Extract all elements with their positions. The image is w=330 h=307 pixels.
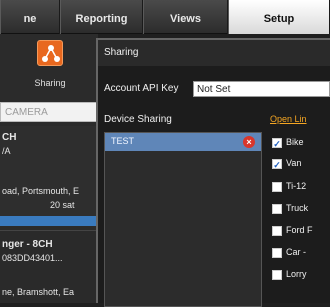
selection-bar (0, 216, 98, 226)
left-panel: Sharing CAMERA CH /A oad, Portsmouth, E … (0, 34, 98, 303)
share-name: TEST (111, 136, 135, 146)
checkbox-checked-icon[interactable]: ✓ (272, 159, 282, 170)
device-imei: 083DD43401... (2, 253, 63, 263)
device-title: nger - 8CH (2, 239, 53, 250)
main-tab-bar: ne Reporting Views Setup (0, 0, 330, 34)
dialog-title: Sharing (98, 40, 330, 66)
checkbox-label: Ti-12 (286, 181, 307, 191)
checkbox-unchecked-icon[interactable] (272, 204, 282, 214)
checkbox-bike[interactable]: ✓ Bike (272, 137, 330, 152)
tab-home[interactable]: ne (0, 0, 60, 34)
sharing-button-label: Sharing (34, 78, 66, 88)
device-sharing-label: Device Sharing (104, 114, 172, 125)
checkbox-label: Van (286, 158, 302, 168)
open-link[interactable]: Open Lin (270, 114, 307, 124)
checkbox-unchecked-icon[interactable] (272, 182, 282, 192)
tab-setup[interactable]: Setup (228, 0, 330, 34)
device-address: oad, Portsmouth, E (2, 186, 80, 196)
device-search-input[interactable]: CAMERA (0, 102, 98, 122)
checkbox-label: Bike (286, 137, 304, 147)
checkbox-unchecked-icon[interactable] (272, 248, 282, 258)
device-title: CH (2, 132, 17, 143)
checkbox-label: Car - (286, 247, 306, 257)
api-key-field[interactable]: Not Set (193, 81, 330, 97)
checkbox-truck[interactable]: Truck (272, 203, 330, 218)
checkbox-unchecked-icon[interactable] (272, 270, 282, 280)
share-icon (37, 40, 63, 66)
checkbox-van[interactable]: ✓ Van (272, 158, 330, 173)
checkbox-ford[interactable]: Ford F (272, 225, 330, 240)
device-list-item[interactable]: nger - 8CH 083DD43401... ne, Bramshott, … (0, 230, 98, 303)
checkbox-unchecked-icon[interactable] (272, 226, 282, 236)
sharing-dialog: Sharing Account API Key Not Set Device S… (96, 38, 330, 307)
satellite-count: 20 sat (50, 200, 75, 210)
device-address: ne, Bramshott, Ea (2, 287, 75, 297)
tab-views[interactable]: Views (143, 0, 228, 34)
device-list-item[interactable]: CH /A oad, Portsmouth, E 20 sat (0, 126, 98, 226)
checkbox-car[interactable]: Car - (272, 247, 330, 262)
checkbox-label: Truck (286, 203, 309, 213)
api-key-label: Account API Key (104, 83, 179, 94)
tab-reporting[interactable]: Reporting (60, 0, 143, 34)
checkbox-checked-icon[interactable]: ✓ (272, 138, 282, 149)
checkbox-label: Lorry (286, 269, 307, 279)
checkbox-lorry[interactable]: Lorry (272, 269, 330, 284)
device-detail: /A (2, 146, 11, 156)
remove-icon[interactable]: × (243, 136, 255, 148)
checkbox-label: Ford F (286, 225, 313, 235)
sharing-button[interactable]: Sharing (30, 40, 70, 94)
shares-list[interactable]: TEST × (104, 132, 262, 307)
checkbox-ti12[interactable]: Ti-12 (272, 181, 330, 196)
share-item[interactable]: TEST × (105, 133, 261, 151)
